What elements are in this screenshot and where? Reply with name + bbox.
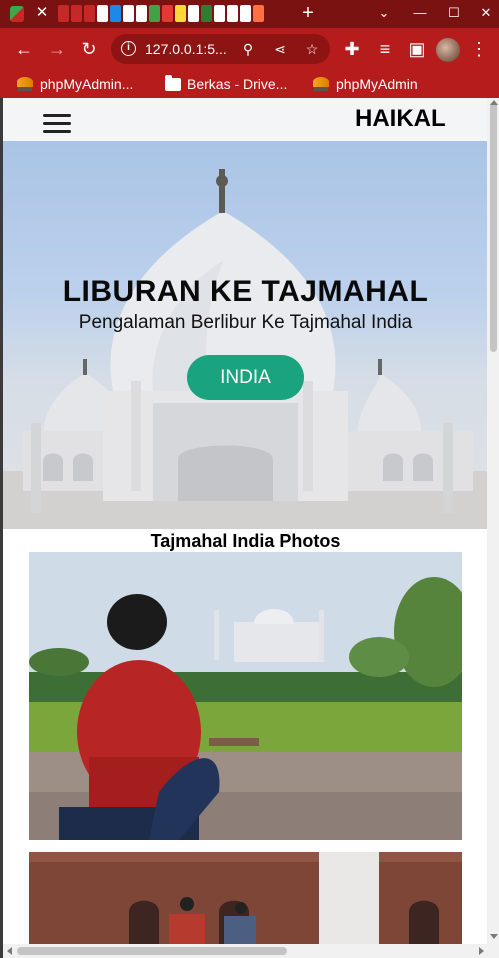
new-tab-button[interactable]: + (298, 2, 318, 24)
browser-toolbar: ← → ↻ i 127.0.0.1:5... ⚲ ⋖ ☆ ✚ ≡ ▣ ⋮ (0, 28, 499, 70)
tab-strip: ✕ + ⌄ — ☐ ✕ (0, 0, 499, 28)
hamburger-menu-icon[interactable] (43, 114, 71, 134)
tab[interactable] (110, 5, 121, 22)
zoom-icon[interactable]: ⚲ (239, 40, 257, 58)
tab[interactable] (175, 5, 186, 22)
side-panel-icon[interactable]: ▣ (406, 38, 428, 60)
hero-banner: LIBURAN KE TAJMAHAL Pengalaman Berlibur … (3, 141, 488, 529)
phpmyadmin-icon (312, 77, 330, 91)
vertical-scroll-thumb[interactable] (490, 102, 497, 352)
page-viewport: HAIKAL LIBURAN KE TAJMAHAL Pengalaman Be… (3, 98, 499, 958)
india-button[interactable]: INDIA (187, 355, 304, 400)
tab[interactable] (253, 5, 264, 22)
tab-search-chevron-down-icon[interactable]: ⌄ (374, 3, 394, 23)
tab[interactable] (201, 5, 212, 22)
scroll-down-arrow-icon[interactable] (490, 934, 498, 939)
tab[interactable] (84, 5, 95, 22)
tab[interactable] (58, 5, 69, 22)
tab[interactable] (240, 5, 251, 22)
tab[interactable] (162, 5, 173, 22)
site-navbar: HAIKAL (3, 98, 488, 141)
scroll-left-arrow-icon[interactable] (7, 947, 12, 955)
vertical-scrollbar[interactable] (487, 98, 499, 944)
tab[interactable] (97, 5, 108, 22)
forward-arrow-icon[interactable]: → (46, 38, 68, 60)
bookmark-star-icon[interactable]: ☆ (303, 40, 321, 58)
horizontal-scroll-thumb[interactable] (17, 947, 287, 955)
scroll-right-arrow-icon[interactable] (479, 947, 484, 955)
extensions-puzzle-icon[interactable]: ✚ (341, 38, 363, 60)
minimize-button[interactable]: — (410, 3, 430, 23)
phpmyadmin-icon (16, 77, 34, 91)
taj-mahal-background-image (3, 169, 488, 529)
share-icon[interactable]: ⋖ (271, 40, 289, 58)
tab[interactable] (227, 5, 238, 22)
gallery-title: Tajmahal India Photos (150, 531, 341, 551)
maximize-button[interactable]: ☐ (444, 3, 464, 23)
tab-close-icon[interactable]: ✕ (33, 4, 51, 22)
site-info-icon[interactable]: i (121, 41, 136, 56)
address-url[interactable]: 127.0.0.1:5... (145, 41, 227, 57)
profile-avatar[interactable] (436, 38, 460, 62)
tab[interactable] (136, 5, 147, 22)
bookmark-label: Berkas - Drive... (187, 76, 288, 92)
tab[interactable] (188, 5, 199, 22)
bookmark-label: phpMyAdmin... (40, 76, 134, 92)
tab-favicon-icon (10, 6, 24, 22)
reload-icon[interactable]: ↻ (78, 38, 100, 60)
horizontal-scrollbar[interactable] (3, 944, 499, 958)
close-window-button[interactable]: ✕ (476, 3, 496, 23)
gallery-photo (29, 552, 462, 840)
folder-icon (165, 74, 181, 91)
browser-menu-icon[interactable]: ⋮ (468, 38, 490, 60)
media-queue-icon[interactable]: ≡ (374, 38, 396, 60)
address-bar[interactable]: i 127.0.0.1:5... ⚲ ⋖ ☆ (111, 34, 330, 64)
bookmark-drive[interactable]: Berkas - Drive... (165, 74, 287, 94)
tab[interactable] (123, 5, 134, 22)
gallery-photo (29, 852, 462, 944)
hero-title: LIBURAN KE TAJMAHAL (62, 275, 429, 308)
bookmarks-bar: phpMyAdmin... Berkas - Drive... phpMyAdm… (0, 70, 499, 98)
scroll-up-arrow-icon[interactable] (490, 100, 498, 105)
pinned-tabs (58, 5, 264, 22)
bookmark-phpmyadmin-2[interactable]: phpMyAdmin (312, 74, 418, 94)
bookmark-label: phpMyAdmin (336, 76, 418, 92)
bookmark-phpmyadmin-1[interactable]: phpMyAdmin... (16, 74, 133, 94)
site-brand[interactable]: HAIKAL (355, 105, 446, 133)
tab[interactable] (214, 5, 225, 22)
back-arrow-icon[interactable]: ← (13, 38, 35, 60)
hero-subtitle: Pengalaman Berlibur Ke Tajmahal India (78, 312, 413, 333)
tab[interactable] (149, 5, 160, 22)
tab[interactable] (71, 5, 82, 22)
